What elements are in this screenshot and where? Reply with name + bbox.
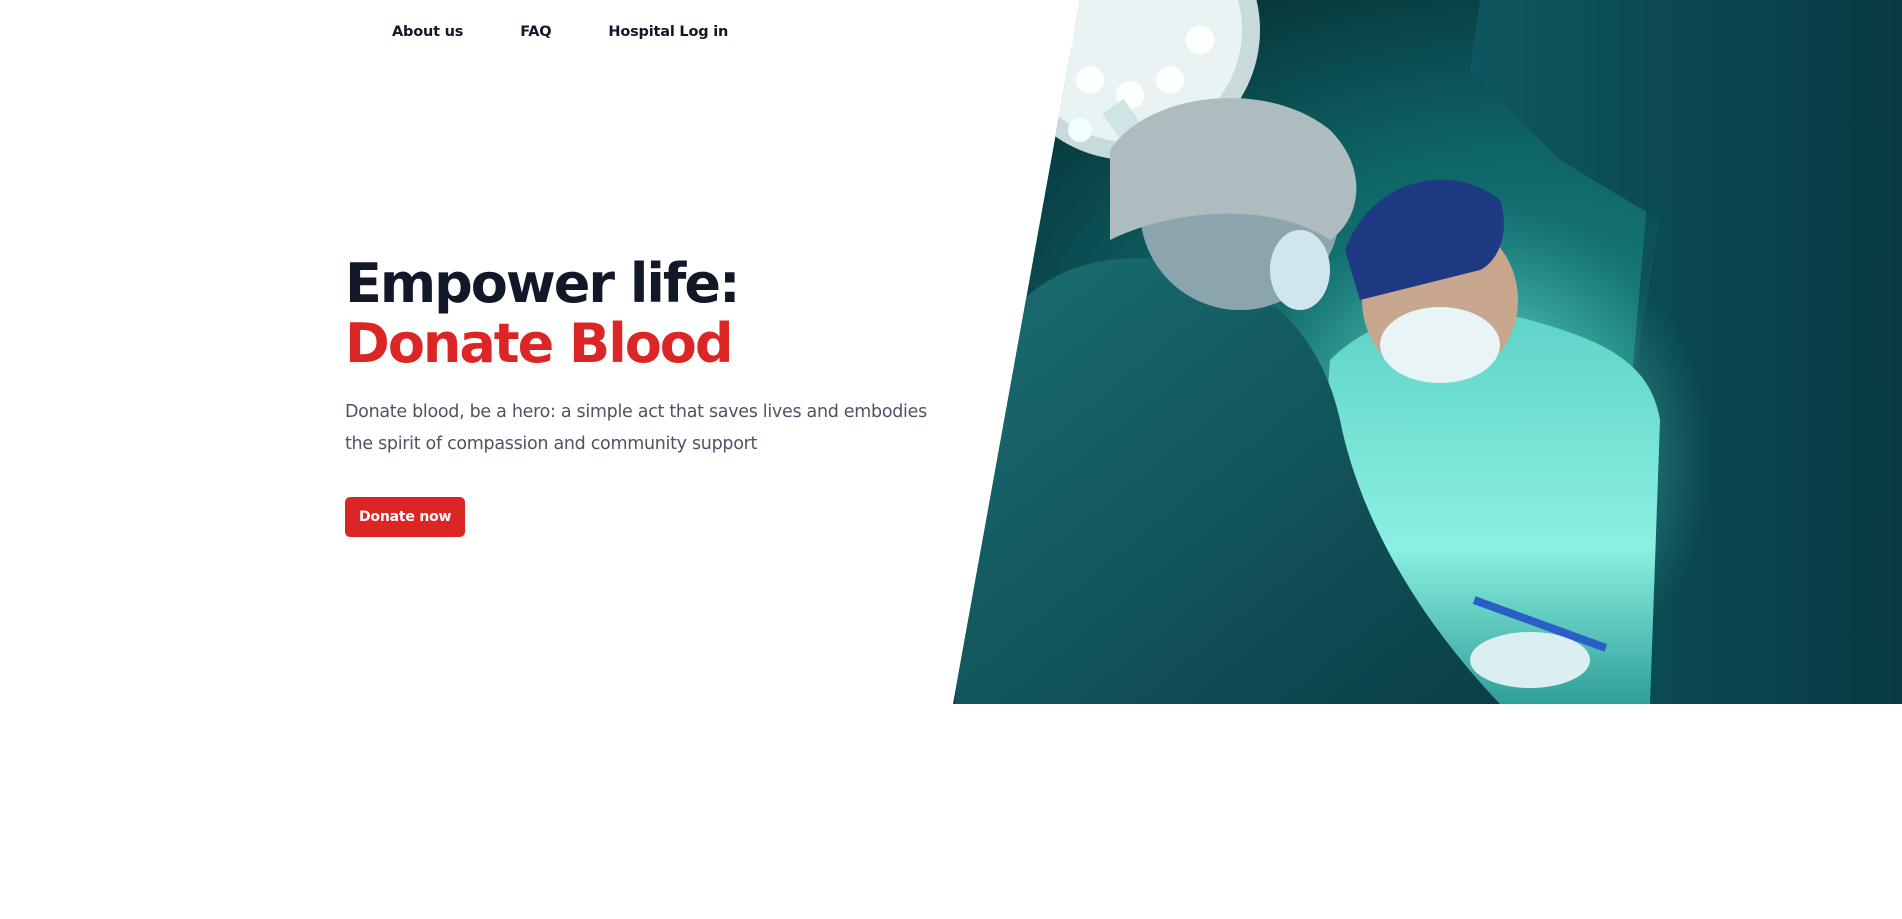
- hero-section: Empower life: Donate Blood Donate blood,…: [345, 254, 945, 537]
- headline-line-2: Donate Blood: [345, 312, 734, 375]
- nav-link-faq[interactable]: FAQ: [520, 24, 551, 40]
- top-nav: About us FAQ Hospital Log in: [392, 24, 785, 40]
- headline-line-1: Empower life:: [345, 252, 741, 315]
- nav-link-hospital-login[interactable]: Hospital Log in: [608, 24, 728, 40]
- hero-headline: Empower life: Donate Blood: [345, 254, 945, 374]
- donate-now-button[interactable]: Donate now: [345, 497, 466, 537]
- hero-photo: [953, 0, 1902, 704]
- nav-link-about-us[interactable]: About us: [392, 24, 463, 40]
- hero-description: Donate blood, be a hero: a simple act th…: [345, 402, 927, 454]
- landing-page: About us FAQ Hospital Log in Empower lif…: [0, 0, 1902, 919]
